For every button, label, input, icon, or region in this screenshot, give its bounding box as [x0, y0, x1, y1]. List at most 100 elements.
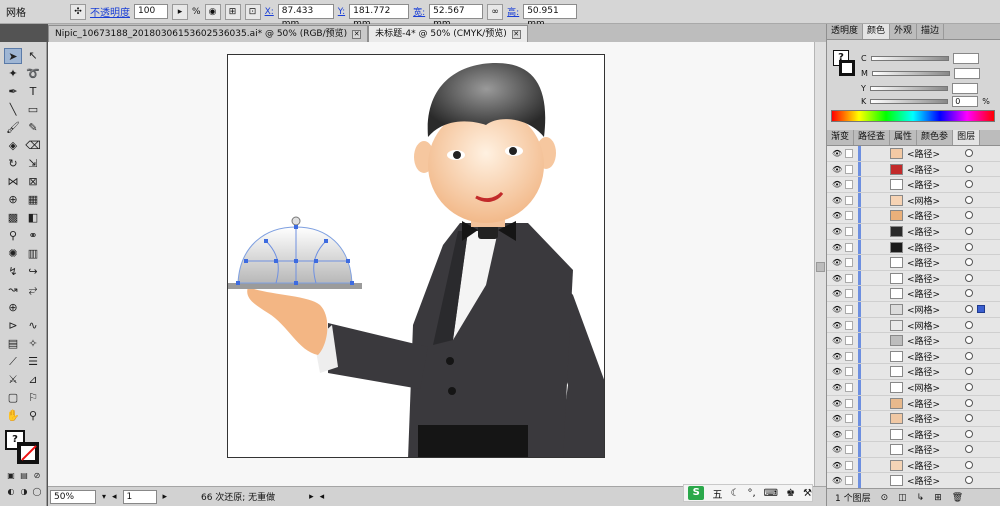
x-label[interactable]: X: [265, 7, 274, 17]
panel-stroke-icon[interactable] [839, 60, 855, 76]
warp-icon[interactable]: ↪ [24, 264, 42, 280]
graph-line-icon[interactable]: ⟋ [4, 354, 22, 370]
ime-mode-label[interactable]: 五 [712, 486, 722, 501]
target-circle-icon[interactable] [965, 445, 973, 454]
envelope-distort-icon[interactable]: ⊳ [4, 318, 22, 334]
layer-row[interactable]: 👁 <路径> [827, 223, 1000, 240]
width-label[interactable]: 宽: [413, 5, 425, 18]
paintbrush-icon[interactable]: 🖌 [4, 120, 22, 136]
status-menu-icon[interactable]: ▸ [309, 492, 314, 502]
color-spectrum[interactable] [831, 110, 995, 122]
layer-row[interactable]: 👁 <路径> [827, 426, 1000, 443]
visibility-eye-icon[interactable]: 👁 [832, 399, 842, 408]
target-circle-icon[interactable] [965, 367, 973, 376]
symbol-sprayer-icon[interactable]: ✺ [4, 246, 22, 262]
tab-color-guide[interactable]: 颜色参 [917, 130, 954, 145]
clipping-mask-icon[interactable]: ◫ [898, 493, 907, 503]
close-icon[interactable]: ✕ [352, 29, 362, 39]
visibility-eye-icon[interactable]: 👁 [832, 476, 842, 485]
eyedropper-icon[interactable]: ⚲ [4, 228, 22, 244]
lock-toggle[interactable] [845, 382, 853, 392]
zoom-input[interactable]: 50% [50, 489, 96, 504]
target-circle-icon[interactable] [965, 304, 973, 313]
channel-m-input[interactable] [953, 67, 980, 79]
layer-row[interactable]: 👁 <路径> [827, 146, 1000, 162]
channel-c-slider[interactable] [870, 55, 949, 61]
channel-c[interactable]: C [861, 52, 997, 64]
visibility-eye-icon[interactable]: 👁 [832, 352, 842, 361]
artboard-number-input[interactable]: 1 [122, 489, 157, 504]
tab-attributes[interactable]: 属性 [890, 130, 918, 145]
layer-row[interactable]: 👁 <路径> [827, 457, 1000, 474]
layer-row[interactable]: 👁 <路径> [827, 395, 1000, 412]
channel-c-input[interactable] [952, 52, 979, 64]
visibility-eye-icon[interactable]: 👁 [832, 336, 842, 345]
hscroll-left-icon[interactable]: ◂ [320, 492, 325, 502]
lock-toggle[interactable] [845, 289, 853, 299]
visibility-eye-icon[interactable]: 👁 [832, 180, 842, 189]
tab-gradient[interactable]: 渐变 [827, 130, 855, 145]
target-circle-icon[interactable] [965, 476, 973, 485]
transform-icon[interactable]: ✣ [70, 3, 86, 20]
lock-toggle[interactable] [845, 460, 853, 470]
layer-row[interactable]: 👁 <路径> [827, 270, 1000, 287]
pencil-icon[interactable]: ✎ [24, 120, 42, 136]
target-circle-icon[interactable] [965, 180, 973, 189]
tab-layers[interactable]: 图层 [953, 130, 981, 145]
wrench-icon[interactable]: ⚒ [803, 488, 812, 499]
lock-toggle[interactable] [845, 320, 853, 330]
target-circle-icon[interactable] [965, 258, 973, 267]
layer-row[interactable]: 👁 <路径> [827, 364, 1000, 380]
zoom-tool-icon[interactable]: ⚲ [24, 408, 42, 424]
visibility-eye-icon[interactable]: 👁 [832, 149, 842, 158]
new-layer-icon[interactable]: ⊞ [934, 493, 942, 503]
target-circle-icon[interactable] [965, 226, 973, 235]
target-circle-icon[interactable] [965, 460, 973, 469]
delete-layer-icon[interactable]: 🗑 [952, 493, 963, 503]
visibility-eye-icon[interactable]: 👁 [832, 367, 842, 376]
target-circle-icon[interactable] [965, 320, 973, 329]
target-circle-icon[interactable] [965, 351, 973, 360]
layer-row[interactable]: 👁 <路径> [827, 208, 1000, 224]
target-circle-icon[interactable] [965, 211, 973, 220]
channel-y[interactable]: Y [861, 82, 997, 94]
slice-tool-icon[interactable]: ⚔ [4, 372, 22, 388]
visibility-eye-icon[interactable]: 👁 [832, 258, 842, 267]
mesh-tool-icon[interactable]: ▩ [4, 210, 22, 226]
layer-row[interactable]: 👁 <网格> [827, 192, 1000, 209]
visibility-eye-icon[interactable]: 👁 [832, 243, 842, 252]
y-label[interactable]: Y: [338, 7, 345, 17]
tab-transparency[interactable]: 透明度 [827, 24, 864, 39]
channel-m[interactable]: M [861, 67, 997, 79]
visibility-eye-icon[interactable]: 👁 [832, 445, 842, 454]
lasso-icon[interactable]: ➰ [24, 66, 42, 82]
prev-artboard-icon[interactable]: ◂ [112, 492, 117, 502]
reshape-icon[interactable]: ↯ [4, 264, 22, 280]
zoom-dropdown-icon[interactable]: ▾ [102, 492, 106, 501]
tab-pathfinder[interactable]: 路径查 [854, 130, 891, 145]
selection-indicator[interactable] [977, 304, 985, 313]
hand-tool-icon[interactable]: ✋ [4, 408, 22, 424]
opacity-input[interactable]: 100 [134, 4, 168, 19]
link-icon[interactable]: ∞ [487, 3, 504, 20]
channel-k-slider[interactable] [870, 98, 949, 104]
line-tool-icon[interactable]: ╲ [4, 102, 22, 118]
y-input[interactable]: 181.772 mm [349, 4, 410, 29]
layer-row[interactable]: 👁 <路径> [827, 239, 1000, 256]
skin-icon[interactable]: ♚ [786, 488, 795, 499]
knife-icon[interactable]: ⚐ [24, 390, 42, 406]
layer-row[interactable]: 👁 <路径> [827, 255, 1000, 271]
direct-selection-tool-icon[interactable]: ↖ [24, 48, 42, 64]
tab-appearance[interactable]: 外观 [890, 24, 918, 39]
tab-nipic[interactable]: Nipic_10673188_20180306153602536035.ai* … [48, 25, 369, 42]
rotate-tool-icon[interactable]: ↻ [4, 156, 22, 172]
target-circle-icon[interactable] [965, 289, 973, 298]
perspective-grid-icon[interactable]: ▦ [24, 192, 42, 208]
gradient-tool-icon[interactable]: ◧ [24, 210, 42, 226]
selection-tool-icon[interactable]: ➤ [4, 48, 22, 64]
blend-tool-icon[interactable]: ⚭ [24, 228, 42, 244]
target-circle-icon[interactable] [965, 242, 973, 251]
keyboard-icon[interactable]: ⌨ [764, 488, 778, 499]
list-icon[interactable]: ☰ [24, 354, 42, 370]
lock-toggle[interactable] [845, 164, 853, 174]
